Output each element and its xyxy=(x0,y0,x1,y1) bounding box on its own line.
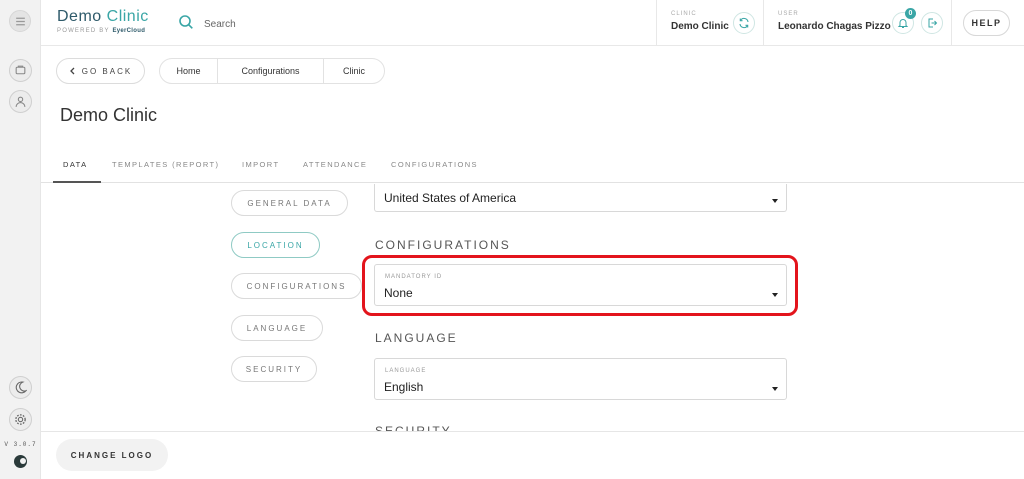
eyer-logo-icon xyxy=(14,455,27,468)
tab-import[interactable]: IMPORT xyxy=(242,160,279,169)
chevron-down-icon xyxy=(772,387,778,391)
country-value: United States of America xyxy=(384,191,517,205)
side-nav-security[interactable]: SECURITY xyxy=(231,356,317,382)
page-title: Demo Clinic xyxy=(60,105,158,125)
side-nav-configurations[interactable]: CONFIGURATIONS xyxy=(231,273,362,299)
header-divider xyxy=(763,0,764,46)
country-select[interactable]: United States of America xyxy=(374,184,787,212)
language-select[interactable]: LANGUAGE English xyxy=(374,358,787,400)
user-info: USER Leonardo Chagas Pizzo xyxy=(778,11,891,32)
clinic-nav-icon[interactable] xyxy=(9,59,32,82)
configurations-heading: CONFIGURATIONS xyxy=(375,238,511,252)
change-logo-button[interactable]: CHANGE LOGO xyxy=(56,439,168,471)
notification-badge: 0 xyxy=(905,8,916,19)
language-label: LANGUAGE xyxy=(385,368,427,374)
tab-data[interactable]: DATA xyxy=(63,160,88,169)
language-value: English xyxy=(384,380,424,394)
brand-powered-name: EyerCloud xyxy=(112,28,146,34)
top-header: Demo Clinic POWERED BY EyerCloud Search … xyxy=(41,0,1024,46)
side-nav-general-data[interactable]: GENERAL DATA xyxy=(231,190,348,216)
side-nav-language[interactable]: LANGUAGE xyxy=(231,315,323,341)
notifications-bell-icon[interactable]: 0 xyxy=(892,8,916,34)
switch-clinic-icon[interactable] xyxy=(733,12,755,34)
go-back-button[interactable]: GO BACK xyxy=(56,58,145,84)
chevron-left-icon xyxy=(69,67,75,75)
clinic-selector[interactable]: CLINIC Demo Clinic xyxy=(671,11,729,32)
help-button[interactable]: HELP xyxy=(963,10,1010,36)
active-tab-indicator xyxy=(53,181,101,183)
footer-bar xyxy=(41,431,1024,479)
tab-attendance[interactable]: ATTENDANCE xyxy=(303,160,367,169)
user-name: Leonardo Chagas Pizzo xyxy=(778,21,891,32)
breadcrumb-home[interactable]: Home xyxy=(160,59,218,83)
header-divider xyxy=(656,0,657,46)
breadcrumb: Home Configurations Clinic xyxy=(159,58,385,84)
brand-logo[interactable]: Demo Clinic POWERED BY EyerCloud xyxy=(57,8,149,34)
menu-icon[interactable] xyxy=(9,10,31,32)
clinic-caption: CLINIC xyxy=(671,11,697,17)
tab-bar: DATA TEMPLATES (REPORT) IMPORT ATTENDANC… xyxy=(41,150,1024,183)
go-back-label: GO BACK xyxy=(81,66,133,76)
header-divider xyxy=(951,0,952,46)
user-nav-icon[interactable] xyxy=(9,90,32,113)
clinic-name: Demo Clinic xyxy=(671,21,729,32)
app-version: V 3.0.7 xyxy=(4,441,37,448)
brand-title-accent: Clinic xyxy=(106,8,149,25)
brand-title-main: Demo xyxy=(57,8,102,25)
highlight-annotation xyxy=(362,255,798,316)
breadcrumb-clinic[interactable]: Clinic xyxy=(324,59,384,83)
chevron-down-icon xyxy=(772,199,778,203)
search-bar[interactable]: Search xyxy=(178,14,236,35)
logout-icon[interactable] xyxy=(921,12,943,34)
settings-icon[interactable] xyxy=(9,408,32,431)
security-heading: SECURITY xyxy=(375,424,452,431)
search-input[interactable]: Search xyxy=(204,19,236,30)
left-rail: V 3.0.7 xyxy=(0,0,41,479)
brand-powered-by: POWERED BY xyxy=(57,28,110,34)
tab-configurations[interactable]: CONFIGURATIONS xyxy=(391,160,478,169)
side-nav-location[interactable]: LOCATION xyxy=(231,232,320,258)
user-caption: USER xyxy=(778,11,799,17)
search-icon xyxy=(178,14,194,35)
breadcrumb-configurations[interactable]: Configurations xyxy=(218,59,324,83)
dark-mode-icon[interactable] xyxy=(9,376,32,399)
language-heading: LANGUAGE xyxy=(375,331,458,345)
tab-templates-report[interactable]: TEMPLATES (REPORT) xyxy=(112,160,219,169)
